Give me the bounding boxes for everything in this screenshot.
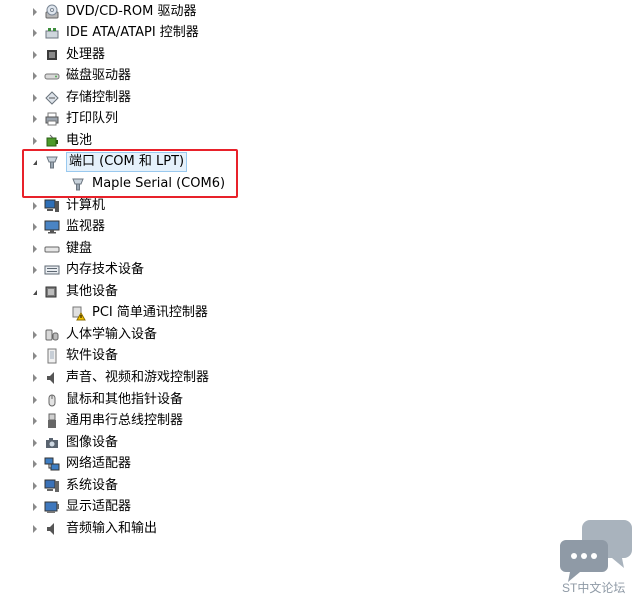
tree-item[interactable]: 磁盘驱动器 <box>0 66 640 86</box>
tree-item[interactable]: 内存技术设备 <box>0 260 640 280</box>
tree-item[interactable]: 键盘 <box>0 239 640 259</box>
collapse-arrow-icon[interactable] <box>30 395 40 405</box>
watermark-text: ST中文论坛 <box>562 581 626 595</box>
collapse-arrow-icon[interactable] <box>30 28 40 38</box>
software-device-icon <box>44 348 60 364</box>
tree-item[interactable]: 系统设备 <box>0 476 640 496</box>
tree-item-label: 监视器 <box>66 219 106 234</box>
tree-item[interactable]: 软件设备 <box>0 346 640 366</box>
collapse-arrow-icon[interactable] <box>30 438 40 448</box>
monitor-icon <box>44 219 60 235</box>
tree-item[interactable]: 音频输入和输出 <box>0 519 640 539</box>
collapse-arrow-icon[interactable] <box>30 373 40 383</box>
tree-item-label: 打印队列 <box>66 111 119 126</box>
tree-item-label: 人体学输入设备 <box>66 327 158 342</box>
tree-item[interactable]: 电池 <box>0 131 640 151</box>
red-highlight-box <box>22 149 238 198</box>
tree-item-label: PCI 简单通讯控制器 <box>92 305 208 320</box>
tree-item-label: 系统设备 <box>66 478 119 493</box>
tree-item-label: IDE ATA/ATAPI 控制器 <box>66 25 199 40</box>
collapse-arrow-icon[interactable] <box>30 351 40 361</box>
tree-item-label: 处理器 <box>66 47 106 62</box>
collapse-arrow-icon[interactable] <box>30 459 40 469</box>
collapse-arrow-icon[interactable] <box>30 244 40 254</box>
collapse-arrow-icon[interactable] <box>30 50 40 60</box>
tree-item-label: 键盘 <box>66 241 93 256</box>
collapse-arrow-icon[interactable] <box>30 265 40 275</box>
tree-item[interactable]: 鼠标和其他指针设备 <box>0 390 640 410</box>
tree-item[interactable]: 网络适配器 <box>0 454 640 474</box>
collapse-arrow-icon[interactable] <box>30 201 40 211</box>
tree-item[interactable]: PCI 简单通讯控制器 <box>0 303 640 323</box>
expand-arrow-icon[interactable] <box>30 287 40 297</box>
tree-item-label: 计算机 <box>66 198 106 213</box>
hid-icon <box>44 327 60 343</box>
collapse-arrow-icon[interactable] <box>30 93 40 103</box>
collapse-arrow-icon[interactable] <box>30 524 40 534</box>
audio-io-icon <box>44 521 60 537</box>
disk-drive-icon <box>44 68 60 84</box>
collapse-arrow-icon[interactable] <box>30 7 40 17</box>
system-device-icon <box>44 478 60 494</box>
tree-item[interactable]: 通用串行总线控制器 <box>0 411 640 431</box>
battery-icon <box>44 133 60 149</box>
printer-icon <box>44 111 60 127</box>
collapse-arrow-icon[interactable] <box>30 71 40 81</box>
collapse-arrow-icon[interactable] <box>30 114 40 124</box>
storage-controller-icon <box>44 90 60 106</box>
collapse-arrow-icon[interactable] <box>30 416 40 426</box>
tree-item-label: 存储控制器 <box>66 90 132 105</box>
tree-item-label: 电池 <box>66 133 93 148</box>
warning-device-icon <box>70 305 86 321</box>
keyboard-icon <box>44 241 60 257</box>
collapse-arrow-icon[interactable] <box>30 222 40 232</box>
tree-item[interactable]: 图像设备 <box>0 433 640 453</box>
tree-item-label: 其他设备 <box>66 284 119 299</box>
tree-item[interactable]: 其他设备 <box>0 282 640 302</box>
tree-item[interactable]: 声音、视频和游戏控制器 <box>0 368 640 388</box>
collapse-arrow-icon[interactable] <box>30 136 40 146</box>
tree-item-label: 鼠标和其他指针设备 <box>66 392 184 407</box>
collapse-arrow-icon[interactable] <box>30 502 40 512</box>
tree-item-label: 内存技术设备 <box>66 262 145 277</box>
ide-controller-icon <box>44 25 60 41</box>
tree-item-label: 软件设备 <box>66 348 119 363</box>
tree-item-label: 磁盘驱动器 <box>66 68 132 83</box>
tree-item-label: 网络适配器 <box>66 456 132 471</box>
collapse-arrow-icon[interactable] <box>30 481 40 491</box>
tree-item-label: 声音、视频和游戏控制器 <box>66 370 210 385</box>
tree-item[interactable]: 打印队列 <box>0 109 640 129</box>
camera-icon <box>44 435 60 451</box>
display-adapter-icon <box>44 499 60 515</box>
memory-device-icon <box>44 262 60 278</box>
computer-icon <box>44 198 60 214</box>
collapse-arrow-icon[interactable] <box>30 330 40 340</box>
tree-item[interactable]: DVD/CD-ROM 驱动器 <box>0 2 640 22</box>
usb-icon <box>44 413 60 429</box>
tree-item[interactable]: 处理器 <box>0 45 640 65</box>
audio-icon <box>44 370 60 386</box>
tree-item[interactable]: 监视器 <box>0 217 640 237</box>
network-adapter-icon <box>44 456 60 472</box>
tree-item-label: 音频输入和输出 <box>66 521 158 536</box>
tree-item[interactable]: IDE ATA/ATAPI 控制器 <box>0 23 640 43</box>
tree-item[interactable]: 人体学输入设备 <box>0 325 640 345</box>
mouse-icon <box>44 392 60 408</box>
tree-item[interactable]: 显示适配器 <box>0 497 640 517</box>
dvd-drive-icon <box>44 4 60 20</box>
tree-item-label: 图像设备 <box>66 435 119 450</box>
tree-item-label: 显示适配器 <box>66 499 132 514</box>
tree-item[interactable]: 计算机 <box>0 196 640 216</box>
tree-item-label: DVD/CD-ROM 驱动器 <box>66 4 197 19</box>
other-devices-icon <box>44 284 60 300</box>
tree-item[interactable]: 存储控制器 <box>0 88 640 108</box>
tree-item-label: 通用串行总线控制器 <box>66 413 184 428</box>
processor-icon <box>44 47 60 63</box>
